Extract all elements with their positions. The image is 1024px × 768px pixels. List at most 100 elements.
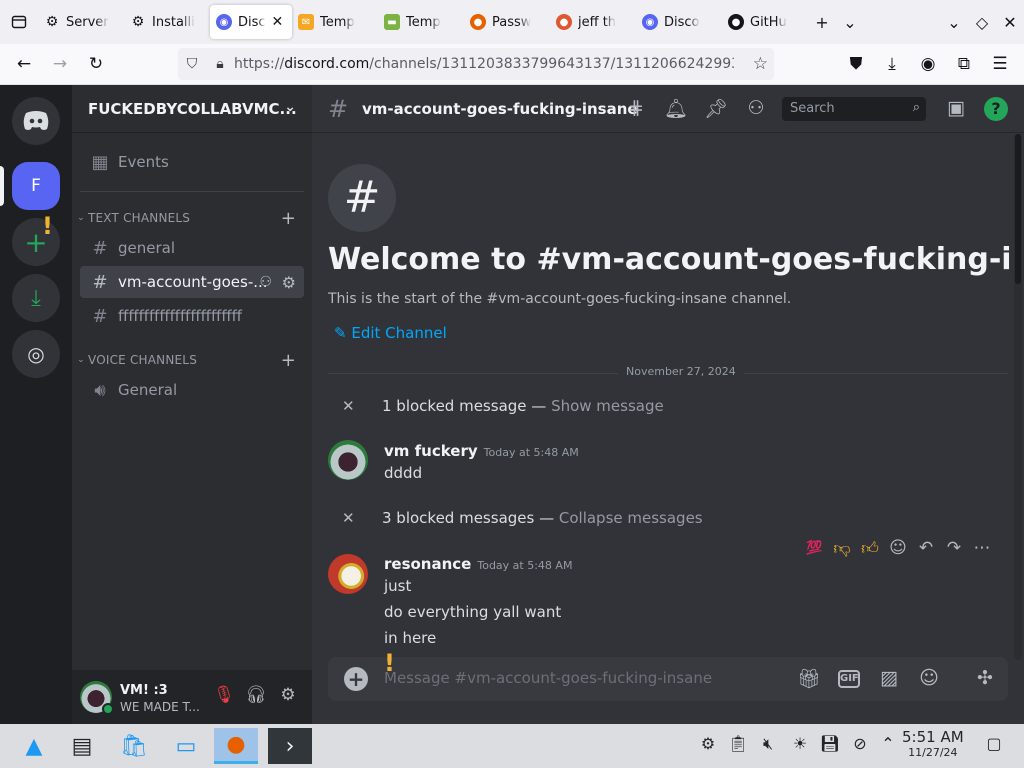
direct-messages-button[interactable] [12, 97, 60, 145]
sidebar-voice-general[interactable]: 🔊︎ General [80, 374, 304, 406]
sidebar-channel-ffff[interactable]: # ffffffffffffffffffffffff [80, 300, 304, 332]
sticker-button[interactable]: ▨ [876, 667, 902, 691]
reload-button[interactable]: ↻ [78, 46, 114, 82]
updates-icon[interactable]: ⊘ [848, 734, 872, 758]
firefox-taskbar-button[interactable]: ● [214, 728, 258, 764]
gift-button[interactable]: 🎁︎ [796, 667, 822, 691]
author-name[interactable]: resonance [384, 555, 471, 573]
close-window-button[interactable]: ✕ [996, 8, 1024, 36]
mute-button[interactable]: 🎙︎ [212, 685, 236, 709]
firefox-view-button[interactable] [0, 0, 38, 44]
browser-tab-duckduckgo[interactable]: ● jeff th [550, 5, 636, 39]
extensions-button[interactable]: ⧉ [946, 46, 982, 82]
close-tab-icon[interactable]: ✕ [272, 14, 284, 30]
category-label: VOICE CHANNELS [88, 353, 198, 367]
downloads-button[interactable]: ⤓ [874, 46, 910, 82]
show-message-link[interactable]: Show message [551, 397, 664, 415]
browser-tab-github[interactable]: ● GitHu [722, 5, 808, 39]
sidebar-item-events[interactable]: ▦ Events [80, 146, 304, 178]
invite-people-icon[interactable]: ⚇ [259, 274, 272, 290]
inbox-button[interactable]: ▣ [944, 97, 968, 121]
new-tab-button[interactable]: + [808, 8, 836, 36]
help-button[interactable]: ? [984, 97, 1008, 121]
author-name[interactable]: vm fuckery [384, 442, 478, 460]
message-author[interactable]: resonance Today at 5:48 AM [384, 555, 572, 573]
welcome-title: Welcome to #vm-account-goes-fucking-insa… [328, 242, 1014, 277]
more-options-icon[interactable]: ⋯ [968, 538, 996, 558]
storage-icon[interactable]: 💾︎ [818, 734, 842, 758]
category-text-channels[interactable]: ⌄ TEXT CHANNELS + [74, 208, 304, 229]
list-all-tabs-button[interactable]: ⌄ [836, 8, 864, 36]
add-reaction-icon[interactable]: ☺ [884, 538, 912, 558]
browser-tab-install[interactable]: ⚙ Installi [124, 5, 210, 39]
add-server-button[interactable]: +! [12, 212, 60, 266]
show-desktop-icon[interactable]: ▢ [982, 734, 1006, 758]
browser-tab-server[interactable]: ⚙ Server [38, 5, 124, 39]
terminal-taskbar-button[interactable]: › [268, 728, 312, 764]
reply-icon[interactable]: ↶ [912, 538, 940, 558]
search-input[interactable]: Search ⌕ [782, 97, 926, 121]
avatar[interactable] [328, 554, 368, 594]
member-list-button[interactable]: ⚇ [744, 97, 768, 121]
download-icon: ⤓ [31, 285, 41, 311]
threads-button[interactable]: ⋕ [624, 97, 648, 121]
avatar[interactable] [328, 440, 368, 480]
browser-tab-discord-2[interactable]: ◉ Disco [636, 5, 722, 39]
network-icon[interactable]: ⚙ [696, 734, 720, 758]
scrollbar-thumb[interactable] [1015, 134, 1021, 284]
back-button[interactable]: ← [6, 46, 42, 82]
app-launcher-button[interactable]: ▲ [12, 728, 56, 764]
maximize-button[interactable]: ◇ [968, 8, 996, 36]
collapse-messages-link[interactable]: Collapse messages [559, 509, 703, 527]
message-composer[interactable]: + ! Message #vm-account-goes-fucking-ins… [328, 649, 1008, 701]
url-bar[interactable]: ⛉ 🔒︎ https://discord.com/channels/131120… [178, 48, 774, 80]
apps-button[interactable]: ✣ [972, 667, 998, 691]
file-manager-button[interactable]: ▭ [164, 728, 208, 764]
thumbs-up-reaction-icon[interactable]: 👍︎ [856, 538, 884, 559]
sidebar-channel-general[interactable]: # general [80, 232, 304, 264]
discover-button[interactable]: ◎ [12, 330, 60, 378]
tray-expand-icon[interactable]: ⌃ [876, 734, 900, 758]
discover-store-button[interactable]: 🛍︎ [112, 728, 156, 764]
thumbs-down-reaction-icon[interactable]: 👎︎ [828, 538, 856, 559]
server-icon-selected[interactable]: F [12, 162, 60, 210]
download-apps-button[interactable]: ⤓ [12, 274, 60, 322]
browser-tab-discord-active[interactable]: ◉ Disc ✕ [210, 5, 292, 39]
browser-tab-passwords[interactable]: ● Passw [464, 5, 550, 39]
pinned-button[interactable]: 📌︎ [704, 97, 728, 121]
brightness-icon[interactable]: ☀ [788, 734, 812, 758]
gear-icon[interactable]: ⚙ [282, 273, 296, 292]
message-author[interactable]: vm fuckery Today at 5:48 AM [384, 442, 579, 460]
server-header[interactable]: FUCKEDBYCOLLABVMC... ⌄ [72, 85, 312, 133]
notifications-button[interactable]: 🔔︎ [664, 97, 688, 121]
edit-channel-link[interactable]: ✎ Edit Channel [334, 324, 447, 342]
bookmark-star-icon[interactable]: ☆ [753, 54, 768, 74]
system-settings-button[interactable]: ▤ [60, 728, 104, 764]
emoji-button[interactable]: ☺ [916, 667, 942, 691]
clipboard-icon[interactable]: 📋︎ [726, 734, 750, 758]
forward-icon[interactable]: ↷ [940, 538, 968, 558]
upload-plus-button[interactable]: + [344, 667, 368, 691]
gif-button[interactable]: GIF [838, 670, 860, 688]
deafen-button[interactable]: 🎧︎ [244, 685, 268, 709]
forward-button[interactable]: → [42, 46, 78, 82]
minimize-button[interactable]: ⌄ [940, 8, 968, 36]
sidebar-divider [80, 191, 304, 192]
create-channel-plus-icon[interactable]: + [281, 350, 296, 371]
browser-tab-strip: ⚙ Server ⚙ Installi ◉ Disc ✕ ✉ Temp ▬ Temp ● Pa… [0, 0, 1024, 44]
sidebar-channel-vm-account[interactable]: # vm-account-goes-... ⚇ ⚙ [80, 266, 304, 298]
account-button[interactable]: ◉ [910, 46, 946, 82]
pocket-button[interactable]: ⛊ [838, 46, 874, 82]
browser-tab-temp-mail-2[interactable]: ▬ Temp [378, 5, 464, 39]
volume-muted-icon[interactable]: 🔇︎ [756, 734, 780, 758]
url-prefix: https:// [234, 56, 285, 72]
search-placeholder: Search [790, 101, 835, 116]
welcome-subtitle: This is the start of the #vm-account-goe… [328, 291, 792, 307]
clock[interactable]: 5:51 AM 11/27/24 [902, 728, 964, 759]
menu-button[interactable]: ☰ [982, 46, 1018, 82]
user-settings-button[interactable]: ⚙ [276, 685, 300, 709]
browser-tab-temp-mail[interactable]: ✉ Temp [292, 5, 378, 39]
hundred-emoji-reaction-icon[interactable]: 💯︎ [800, 540, 828, 556]
create-channel-plus-icon[interactable]: + [281, 208, 296, 229]
category-voice-channels[interactable]: ⌄ VOICE CHANNELS + [74, 350, 304, 371]
